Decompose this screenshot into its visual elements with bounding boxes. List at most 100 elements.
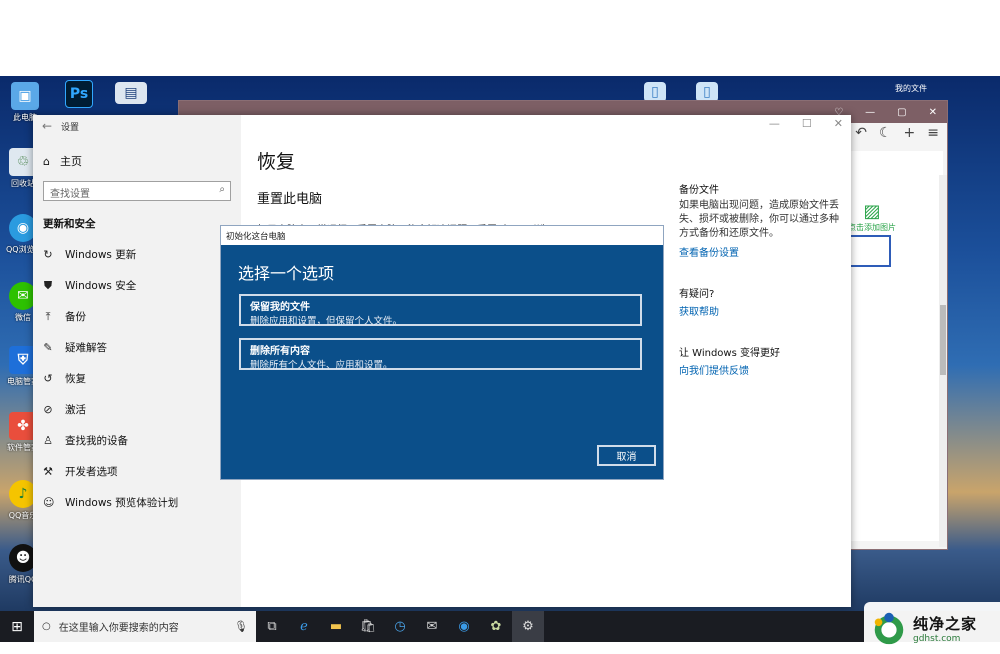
nav-item-backup[interactable]: ⤒ 备份 (43, 301, 233, 332)
improve-title: 让 Windows 变得更好 (679, 348, 780, 359)
improve-block: 让 Windows 变得更好 向我们提供反馈 (679, 344, 845, 377)
undo-icon[interactable]: ↶ (855, 125, 867, 141)
taskbar-search-input[interactable]: ○ 在这里输入你要搜索的内容 🎙 (34, 611, 256, 642)
maximize-icon[interactable]: ▢ (897, 107, 906, 118)
home-label: 主页 (59, 155, 82, 168)
thumbnail[interactable] (847, 235, 891, 267)
home-icon: ⌂ (43, 154, 50, 168)
search-icon[interactable]: ⌕ (219, 184, 225, 195)
option-description: 删除所有个人文件、应用和设置。 (250, 360, 393, 371)
nav-item-label: 恢复 (65, 373, 86, 385)
settings-search-input[interactable]: 查找设置 ⌕ (43, 181, 231, 201)
reset-pc-dialog: 初始化这台电脑 选择一个选项 保留我的文件 删除应用和设置，但保留个人文件。 删… (220, 225, 664, 480)
minimize-icon[interactable]: — (865, 107, 875, 118)
file-icon: ▯ (696, 82, 718, 102)
settings-gear-icon[interactable]: ⚙ (512, 611, 544, 642)
nav-item-label: 备份 (65, 311, 86, 323)
close-icon[interactable]: ✕ (834, 117, 843, 130)
nav-item-label: Windows 预览体验计划 (65, 497, 179, 509)
app-icon[interactable]: ✿ (480, 611, 512, 642)
nav-item-activation[interactable]: ⊘ 激活 (43, 394, 233, 425)
windows-start-icon[interactable]: ⊞ (0, 611, 34, 642)
option-description: 删除应用和设置，但保留个人文件。 (250, 316, 403, 327)
close-icon[interactable]: ✕ (929, 107, 937, 118)
back-arrow-icon[interactable]: ← (33, 119, 61, 133)
store-icon[interactable]: 🛍 (352, 611, 384, 642)
wrench-icon: ✎ (43, 341, 53, 354)
my-documents-label: 我的文件 (895, 84, 927, 93)
add-picture-label: 点击添加图片 (848, 223, 896, 232)
related-panel: 备份文件 如果电脑出现问题，造成原始文件丢失、损坏或被删除，你可以通过多种方式备… (679, 181, 845, 403)
backup-settings-link[interactable]: 查看备份设置 (679, 244, 845, 259)
watermark-url: gdhst.com (913, 633, 961, 644)
nav-item-label: 疑难解答 (65, 342, 107, 354)
qq-browser-taskbar-icon[interactable]: ◉ (448, 611, 480, 642)
nav-item-label: Windows 安全 (65, 280, 137, 292)
task-view-icon[interactable]: ⧉ (256, 611, 288, 642)
nav-item-insider-program[interactable]: ☺ Windows 预览体验计划 (43, 487, 233, 518)
nav-item-find-my-device[interactable]: ♙ 查找我的设备 (43, 425, 233, 456)
settings-window-title: 设置 (61, 122, 80, 133)
backup-title: 备份文件 (679, 185, 719, 196)
shield-icon: ⛊ (43, 278, 53, 292)
backup-description: 如果电脑出现问题，造成原始文件丢失、损坏或被删除，你可以通过多种方式备份和还原文… (679, 200, 839, 239)
home-nav[interactable]: ⌂ 主页 (43, 153, 82, 169)
clock-app-icon[interactable]: ◷ (384, 611, 416, 642)
file-icon: ▯ (644, 82, 666, 102)
cortana-icon: ○ (42, 621, 51, 632)
question-title: 有疑问? (679, 289, 715, 300)
option-title: 保留我的文件 (250, 302, 310, 313)
minimize-icon[interactable]: — (769, 117, 780, 130)
scrollbar[interactable] (939, 175, 947, 547)
keep-my-files-option[interactable]: 保留我的文件 删除应用和设置，但保留个人文件。 (239, 294, 642, 327)
nav-item-windows-security[interactable]: ⛊ Windows 安全 (43, 270, 233, 301)
page-title: 恢复 (257, 151, 296, 173)
nav-item-developer-options[interactable]: ⚒ 开发者选项 (43, 456, 233, 487)
menu-icon[interactable]: ≡ (927, 125, 939, 141)
file-explorer-icon[interactable]: ▬ (320, 611, 352, 642)
person-icon: ♙ (43, 434, 53, 447)
photoshop-icon: Ps (65, 80, 93, 108)
nav-item-label: 激活 (65, 404, 86, 416)
maximize-icon[interactable]: ☐ (802, 117, 812, 130)
watermark-text: 纯净之家 gdhst.com (913, 613, 977, 644)
remove-everything-option[interactable]: 删除所有内容 删除所有个人文件、应用和设置。 (239, 338, 642, 371)
dialog-title: 初始化这台电脑 (221, 226, 663, 245)
smiley-icon: ☺ (43, 496, 55, 509)
night-mode-icon[interactable]: ☾ (879, 125, 892, 141)
option-title: 删除所有内容 (250, 346, 310, 357)
microphone-icon[interactable]: 🎙 (234, 620, 248, 633)
dialog-heading: 选择一个选项 (238, 264, 335, 283)
taskbar-search-placeholder: 在这里输入你要搜索的内容 (58, 623, 179, 634)
tools-icon: ⚒ (43, 465, 53, 478)
nav-item-troubleshoot[interactable]: ✎ 疑难解答 (43, 332, 233, 363)
add-picture-button[interactable]: ▨ 点击添加图片 (847, 201, 897, 233)
page-subtitle: 重置此电脑 (257, 192, 323, 207)
watermark: 纯净之家 gdhst.com (864, 602, 1000, 654)
add-icon[interactable]: + (904, 125, 916, 141)
cancel-button[interactable]: 取消 (597, 445, 656, 466)
mail-icon[interactable]: ✉ (416, 611, 448, 642)
nav-item-windows-update[interactable]: ↻ Windows 更新 (43, 239, 233, 270)
taskbar: ⊞ ○ 在这里输入你要搜索的内容 🎙 ⧉ ℯ ▬ 🛍 ◷ ✉ ◉ ✿ ⚙ (0, 611, 1000, 642)
desktop: ▣ 此电脑 ♲ 回收站 ◉ QQ浏览器 ✉ 微信 ⛨ 电脑管家 ✤ 软件管家 ♪… (0, 76, 1000, 654)
backup-block: 备份文件 如果电脑出现问题，造成原始文件丢失、损坏或被删除，你可以通过多种方式备… (679, 181, 845, 259)
background-app-toolbar: ↶ ☾ + ≡ (855, 125, 939, 141)
bottom-margin (0, 642, 1000, 654)
nav-item-recovery[interactable]: ↺ 恢复 (43, 363, 233, 394)
window-icon: ▤ (115, 82, 147, 104)
check-circle-icon: ⊘ (43, 403, 53, 416)
watermark-logo-icon (874, 612, 904, 645)
search-placeholder: 查找设置 (50, 189, 90, 200)
get-help-link[interactable]: 获取帮助 (679, 303, 845, 318)
feedback-link[interactable]: 向我们提供反馈 (679, 362, 845, 377)
section-title: 更新和安全 (43, 218, 96, 230)
edge-browser-icon[interactable]: ℯ (288, 611, 320, 642)
upload-icon: ⤒ (45, 309, 51, 323)
settings-titlebar: ← 设置 — ☐ ✕ (33, 115, 851, 137)
scrollbar-thumb[interactable] (940, 305, 946, 375)
computer-icon: ▣ (11, 82, 39, 110)
question-block: 有疑问? 获取帮助 (679, 285, 845, 318)
nav-item-label: 开发者选项 (65, 466, 118, 478)
window-controls: — ☐ ✕ (769, 117, 843, 130)
